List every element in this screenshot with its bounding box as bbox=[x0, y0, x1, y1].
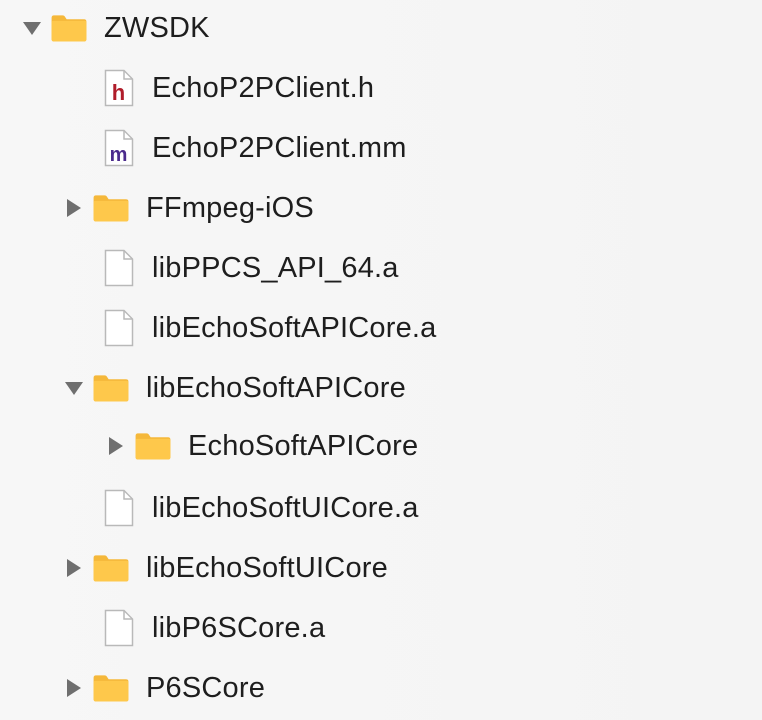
tree-row-libechosoftapicore-a[interactable]: libEchoSoftAPICore.a bbox=[0, 300, 762, 356]
folder-icon bbox=[92, 192, 130, 224]
disclosure-expanded-icon[interactable] bbox=[18, 14, 46, 42]
tree-item-label: EchoSoftAPICore bbox=[188, 429, 419, 462]
tree-row-echop2pclient-h[interactable]: h EchoP2PClient.h bbox=[0, 60, 762, 116]
disclosure-expanded-icon[interactable] bbox=[60, 374, 88, 402]
disclosure-collapsed-icon[interactable] bbox=[60, 554, 88, 582]
tree-row-zwsdk[interactable]: ZWSDK bbox=[0, 0, 762, 56]
folder-icon bbox=[92, 672, 130, 704]
tree-item-label: libEchoSoftAPICore bbox=[146, 371, 406, 404]
tree-item-label: P6SCore bbox=[146, 671, 266, 704]
tree-item-label: libP6SCore.a bbox=[152, 611, 326, 644]
tree-row-p6score[interactable]: P6SCore bbox=[0, 660, 762, 716]
tree-item-label: ZWSDK bbox=[104, 11, 210, 44]
document-icon bbox=[104, 489, 134, 527]
document-icon bbox=[104, 309, 134, 347]
tree-row-libechosoftuicore-a[interactable]: libEchoSoftUICore.a bbox=[0, 480, 762, 536]
tree-row-echop2pclient-mm[interactable]: m EchoP2PClient.mm bbox=[0, 120, 762, 176]
tree-row-libechosoftuicore[interactable]: libEchoSoftUICore bbox=[0, 540, 762, 596]
document-icon bbox=[104, 249, 134, 287]
tree-item-label: FFmpeg-iOS bbox=[146, 191, 314, 224]
header-file-icon: h bbox=[104, 69, 134, 107]
objc-source-file-icon: m bbox=[104, 129, 134, 167]
tree-item-label: EchoP2PClient.h bbox=[152, 71, 375, 104]
folder-icon bbox=[92, 552, 130, 584]
svg-text:m: m bbox=[110, 144, 128, 166]
tree-item-label: libEchoSoftUICore.a bbox=[152, 491, 419, 524]
folder-icon bbox=[50, 12, 88, 44]
document-icon bbox=[104, 609, 134, 647]
disclosure-collapsed-icon[interactable] bbox=[102, 432, 130, 460]
tree-row-libppcs-api-64-a[interactable]: libPPCS_API_64.a bbox=[0, 240, 762, 296]
tree-item-label: EchoP2PClient.mm bbox=[152, 131, 407, 164]
tree-item-label: libEchoSoftAPICore.a bbox=[152, 311, 437, 344]
svg-text:h: h bbox=[112, 80, 125, 105]
folder-icon bbox=[92, 372, 130, 404]
disclosure-collapsed-icon[interactable] bbox=[60, 194, 88, 222]
tree-item-label: libPPCS_API_64.a bbox=[152, 251, 399, 284]
tree-row-libp6score-a[interactable]: libP6SCore.a bbox=[0, 600, 762, 656]
disclosure-collapsed-icon[interactable] bbox=[60, 674, 88, 702]
folder-icon bbox=[134, 430, 172, 462]
tree-row-libechosoftapicore[interactable]: libEchoSoftAPICore bbox=[0, 360, 762, 416]
tree-item-label: libEchoSoftUICore bbox=[146, 551, 388, 584]
tree-row-ffmpeg-ios[interactable]: FFmpeg-iOS bbox=[0, 180, 762, 236]
project-navigator: ZWSDK h EchoP2PClient.h m EchoP2PClient.… bbox=[0, 0, 762, 720]
tree-row-echosoftapicore[interactable]: EchoSoftAPICore bbox=[0, 418, 762, 474]
